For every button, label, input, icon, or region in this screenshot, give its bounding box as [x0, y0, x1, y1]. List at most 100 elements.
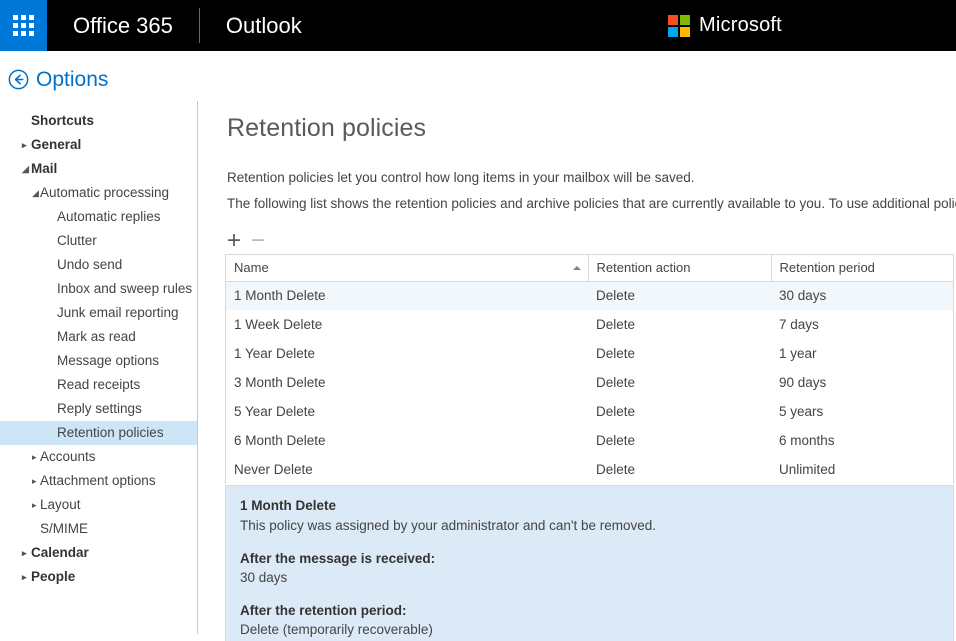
- sidebar-item-label: S/MIME: [40, 517, 88, 541]
- outlook-app-link[interactable]: Outlook: [200, 0, 328, 51]
- sidebar-item-inbox-and-sweep-rules[interactable]: Inbox and sweep rules: [0, 277, 197, 301]
- sidebar-item-label: Inbox and sweep rules: [57, 277, 192, 301]
- column-header-name-label: Name: [234, 260, 269, 275]
- suite-bar: Office 365 Outlook Microsoft: [0, 0, 956, 51]
- sidebar-item-undo-send[interactable]: Undo send: [0, 253, 197, 277]
- sidebar-item-label: Reply settings: [57, 397, 142, 421]
- remove-policy-button[interactable]: −: [251, 229, 265, 253]
- detail-policy-name: 1 Month Delete: [240, 498, 939, 513]
- policies-table-header: Name Retention action Retention period: [226, 255, 953, 281]
- cell-retention-period: 30 days: [771, 281, 953, 310]
- sidebar-item-label: Clutter: [57, 229, 97, 253]
- sidebar-item-mail[interactable]: ◢Mail: [0, 157, 197, 181]
- sidebar-item-attachment-options[interactable]: ▸Attachment options: [0, 469, 197, 493]
- sidebar-item-label: Shortcuts: [31, 109, 94, 133]
- detail-retention-label: After the retention period:: [240, 603, 939, 618]
- sidebar-item-label: Automatic replies: [57, 205, 161, 229]
- waffle-grid-icon: [13, 15, 34, 36]
- sidebar-item-label: Automatic processing: [40, 181, 169, 205]
- cell-retention-period: 1 year: [771, 339, 953, 368]
- cell-policy-name: 5 Year Delete: [226, 397, 588, 426]
- sidebar-item-label: Read receipts: [57, 373, 140, 397]
- back-circle-arrow-icon: [8, 69, 29, 90]
- table-row[interactable]: 3 Month DeleteDelete90 days: [226, 368, 953, 397]
- add-policy-button[interactable]: +: [227, 229, 241, 253]
- policy-detail-panel: 1 Month Delete This policy was assigned …: [225, 485, 954, 641]
- sidebar-item-retention-policies[interactable]: Retention policies: [0, 421, 197, 445]
- sidebar-item-message-options[interactable]: Message options: [0, 349, 197, 373]
- sidebar-item-junk-email-reporting[interactable]: Junk email reporting: [0, 301, 197, 325]
- sidebar-item-general[interactable]: ▸General: [0, 133, 197, 157]
- table-row[interactable]: 1 Month DeleteDelete30 days: [226, 281, 953, 310]
- back-to-options-link[interactable]: Options: [8, 69, 108, 90]
- sidebar-item-people[interactable]: ▸People: [0, 565, 197, 589]
- cell-retention-action: Delete: [588, 455, 771, 484]
- policies-table-container: Name Retention action Retention period 1…: [225, 254, 954, 484]
- sidebar-item-s-mime[interactable]: S/MIME: [0, 517, 197, 541]
- sidebar-item-read-receipts[interactable]: Read receipts: [0, 373, 197, 397]
- cell-retention-action: Delete: [588, 310, 771, 339]
- cell-policy-name: 6 Month Delete: [226, 426, 588, 455]
- cell-policy-name: 3 Month Delete: [226, 368, 588, 397]
- detail-policy-note: This policy was assigned by your adminis…: [240, 518, 939, 533]
- sidebar-item-clutter[interactable]: Clutter: [0, 229, 197, 253]
- table-row[interactable]: 1 Week DeleteDelete7 days: [226, 310, 953, 339]
- sidebar-item-label: Calendar: [31, 541, 89, 565]
- table-row[interactable]: Never DeleteDeleteUnlimited: [226, 455, 953, 484]
- cell-retention-period: Unlimited: [771, 455, 953, 484]
- sidebar-item-mark-as-read[interactable]: Mark as read: [0, 325, 197, 349]
- options-sidebar: Shortcuts▸General◢Mail◢Automatic process…: [0, 101, 198, 634]
- sidebar-item-shortcuts[interactable]: Shortcuts: [0, 109, 197, 133]
- sidebar-item-label: Junk email reporting: [57, 301, 179, 325]
- sidebar-item-label: Layout: [40, 493, 81, 517]
- cell-policy-name: 1 Year Delete: [226, 339, 588, 368]
- table-header-row: Name Retention action Retention period: [226, 255, 953, 281]
- sidebar-item-accounts[interactable]: ▸Accounts: [0, 445, 197, 469]
- column-header-retention-action[interactable]: Retention action: [588, 255, 771, 281]
- sidebar-item-label: Mail: [31, 157, 57, 181]
- app-launcher-button[interactable]: [0, 0, 47, 51]
- cell-retention-period: 5 years: [771, 397, 953, 426]
- chevron-down-icon[interactable]: ◢: [22, 157, 29, 181]
- sidebar-item-automatic-processing[interactable]: ◢Automatic processing: [0, 181, 197, 205]
- table-row[interactable]: 1 Year DeleteDelete1 year: [226, 339, 953, 368]
- sidebar-item-label: Attachment options: [40, 469, 156, 493]
- sidebar-item-calendar[interactable]: ▸Calendar: [0, 541, 197, 565]
- cell-retention-period: 7 days: [771, 310, 953, 339]
- sidebar-item-automatic-replies[interactable]: Automatic replies: [0, 205, 197, 229]
- sort-ascending-icon: [573, 266, 581, 270]
- table-row[interactable]: 5 Year DeleteDelete5 years: [226, 397, 953, 426]
- chevron-right-icon[interactable]: ▸: [32, 445, 37, 469]
- sidebar-item-reply-settings[interactable]: Reply settings: [0, 397, 197, 421]
- sidebar-item-label: General: [31, 133, 81, 157]
- table-row[interactable]: 6 Month DeleteDelete6 months: [226, 426, 953, 455]
- sidebar-item-label: Message options: [57, 349, 159, 373]
- chevron-right-icon[interactable]: ▸: [32, 493, 37, 517]
- microsoft-wordmark: Microsoft: [699, 14, 782, 37]
- column-header-retention-period[interactable]: Retention period: [771, 255, 953, 281]
- policy-toolbar: + −: [227, 229, 265, 253]
- cell-retention-action: Delete: [588, 397, 771, 426]
- policies-table-body: 1 Month DeleteDelete30 days1 Week Delete…: [226, 281, 953, 484]
- intro-text-line-2: The following list shows the retention p…: [227, 196, 956, 211]
- sidebar-item-label: People: [31, 565, 75, 589]
- detail-received-value: 30 days: [240, 570, 939, 585]
- column-header-name[interactable]: Name: [226, 255, 588, 281]
- sidebar-item-layout[interactable]: ▸Layout: [0, 493, 197, 517]
- back-link-label: Options: [36, 69, 108, 90]
- detail-received-label: After the message is received:: [240, 551, 939, 566]
- sidebar-nav-list: Shortcuts▸General◢Mail◢Automatic process…: [0, 109, 197, 589]
- cell-retention-action: Delete: [588, 426, 771, 455]
- chevron-right-icon[interactable]: ▸: [22, 133, 27, 157]
- cell-retention-action: Delete: [588, 281, 771, 310]
- microsoft-logo-icon: [668, 15, 690, 37]
- chevron-down-icon[interactable]: ◢: [32, 181, 39, 205]
- sidebar-item-label: Mark as read: [57, 325, 136, 349]
- chevron-right-icon[interactable]: ▸: [22, 565, 27, 589]
- cell-retention-period: 6 months: [771, 426, 953, 455]
- page-title: Retention policies: [227, 114, 426, 143]
- chevron-right-icon[interactable]: ▸: [22, 541, 27, 565]
- office365-brand-link[interactable]: Office 365: [47, 0, 199, 51]
- chevron-right-icon[interactable]: ▸: [32, 469, 37, 493]
- main-content: Retention policies Retention policies le…: [198, 101, 956, 641]
